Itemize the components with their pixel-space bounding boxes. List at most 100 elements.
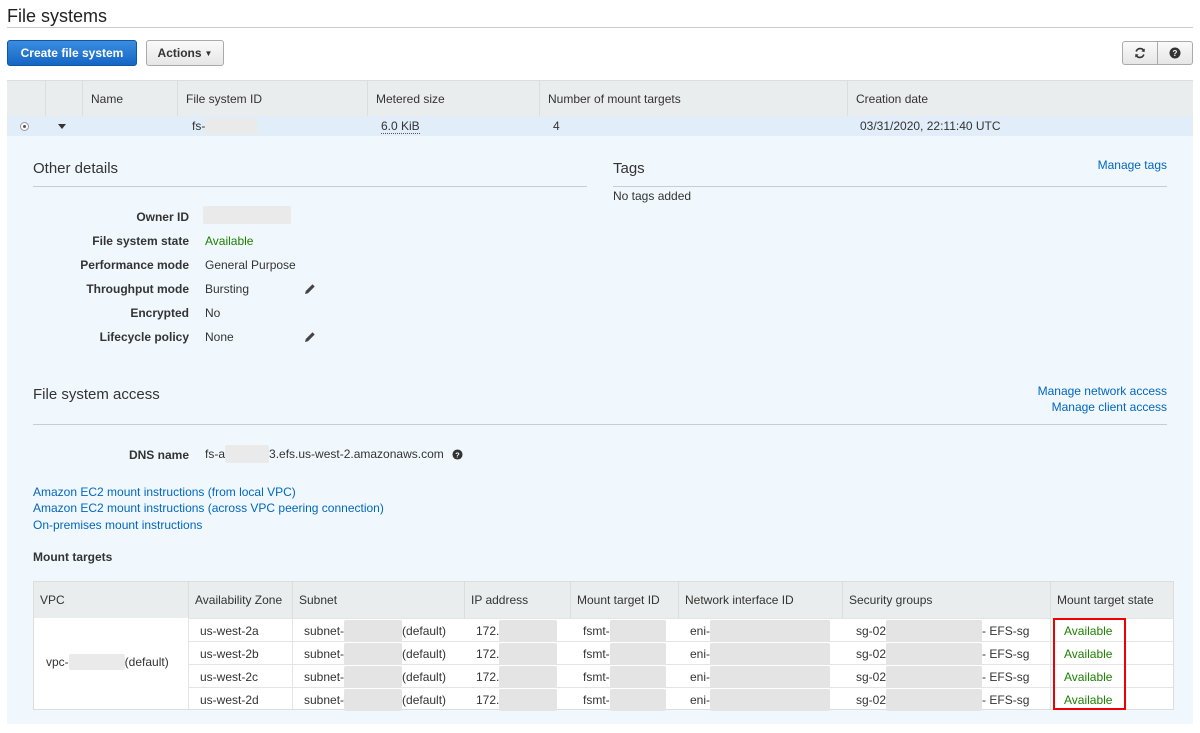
column-header-security-groups: Security groups (842, 582, 1050, 618)
mount-target-row[interactable]: us-west-2a subnet- (default) 172. fsmt- e… (188, 618, 1173, 642)
network-interface-id: eni- (690, 642, 831, 665)
ec2-mount-local-vpc-link[interactable]: Amazon EC2 mount instructions (from loca… (33, 485, 296, 499)
sg-suffix: - EFS-sg (982, 692, 1030, 707)
mount-target-row[interactable]: us-west-2b subnet- (default) 172. fsmt- e… (188, 641, 1173, 665)
svg-text:?: ? (455, 450, 460, 459)
redacted-sg (886, 688, 983, 711)
manage-client-access-link[interactable]: Manage client access (1052, 400, 1167, 414)
tags-title: Tags (613, 160, 645, 177)
column-header-network-interface-id: Network interface ID (678, 582, 842, 618)
sg-prefix: sg-02 (856, 646, 887, 661)
availability-zone: us-west-2c (200, 669, 259, 684)
vpc-suffix: (default) (124, 655, 169, 669)
vpc-prefix: vpc- (46, 655, 69, 669)
file-system-id-prefix: fs- (192, 119, 206, 133)
sg-suffix: - EFS-sg (982, 669, 1030, 684)
eni-prefix: eni- (690, 623, 711, 638)
manage-network-access-link[interactable]: Manage network access (1038, 384, 1167, 398)
subnet-prefix: subnet- (304, 623, 345, 638)
redacted-ip (499, 642, 558, 665)
subnet: subnet- (default) (304, 642, 446, 665)
column-header-file-system-id[interactable]: File system ID (177, 81, 367, 117)
row-collapse-toggle[interactable] (58, 116, 66, 136)
dns-suffix: 3.efs.us-west-2.amazonaws.com (269, 447, 444, 461)
redacted-ip (499, 619, 558, 642)
sg-prefix: sg-02 (856, 669, 887, 684)
svg-text:?: ? (1173, 49, 1178, 58)
ip-prefix: 172. (476, 692, 500, 707)
mount-target-id-prefix: fsmt- (583, 692, 610, 707)
subnet-prefix: subnet- (304, 692, 345, 707)
refresh-button[interactable] (1122, 41, 1158, 65)
creation-date: 03/31/2020, 22:11:40 UTC (860, 119, 1001, 133)
redacted-eni (710, 642, 831, 665)
manage-tags-link[interactable]: Manage tags (1098, 158, 1167, 172)
column-label: Metered size (376, 92, 445, 106)
edit-throughput-pencil-icon[interactable] (304, 283, 316, 295)
ip-address: 172. (476, 619, 558, 642)
column-header-name[interactable]: Name (82, 81, 177, 117)
column-label: File system ID (186, 92, 263, 106)
redacted-owner-id (203, 206, 291, 224)
throughput-mode-label: Throughput mode (86, 282, 189, 296)
on-premises-mount-link[interactable]: On-premises mount instructions (33, 518, 202, 532)
dns-help-icon[interactable]: ? (452, 448, 463, 460)
redacted-mount-target-id (609, 642, 666, 665)
column-header-ip-address: IP address (464, 582, 570, 618)
section-divider (33, 424, 1167, 425)
mount-target-id-prefix: fsmt- (583, 669, 610, 684)
owner-id-label: Owner ID (136, 210, 189, 224)
file-system-details-panel: Other details Owner ID File system state… (7, 136, 1193, 724)
ec2-mount-vpc-peering-link[interactable]: Amazon EC2 mount instructions (across VP… (33, 501, 384, 515)
mount-targets-table-header: VPC Availability Zone Subnet IP address … (34, 582, 1173, 618)
redacted-sg (886, 665, 983, 688)
row-select-radio[interactable] (20, 116, 29, 136)
owner-id-value (203, 206, 291, 224)
mount-target-count: 4 (553, 119, 560, 133)
mount-target-id: fsmt- (583, 619, 666, 642)
ip-address: 172. (476, 688, 558, 711)
redacted-sg (886, 619, 983, 642)
title-divider (7, 27, 1193, 28)
column-label: Name (91, 92, 124, 106)
column-header-metered-size[interactable]: Metered size (367, 81, 539, 117)
column-divider (1050, 618, 1051, 709)
sg-suffix: - EFS-sg (982, 646, 1030, 661)
redacted-id (205, 118, 258, 134)
ip-prefix: 172. (476, 623, 500, 638)
mount-target-row[interactable]: us-west-2d subnet- (default) 172. fsmt- e… (188, 687, 1173, 711)
redacted-subnet (344, 665, 403, 688)
column-label: Creation date (856, 92, 929, 106)
security-group: sg-02 - EFS-sg (856, 688, 1029, 711)
mount-targets-title: Mount targets (33, 550, 113, 564)
lifecycle-policy-label: Lifecycle policy (99, 330, 189, 344)
network-interface-id: eni- (690, 665, 831, 688)
sg-prefix: sg-02 (856, 623, 887, 638)
security-group: sg-02 - EFS-sg (856, 665, 1029, 688)
column-header-mount-targets[interactable]: Number of mount targets (539, 81, 847, 117)
column-header-subnet: Subnet (292, 582, 464, 618)
eni-prefix: eni- (690, 646, 711, 661)
ip-address: 172. (476, 642, 558, 665)
subnet: subnet- (default) (304, 688, 446, 711)
subnet-suffix: (default) (402, 623, 447, 638)
network-interface-id: eni- (690, 688, 831, 711)
mount-target-row[interactable]: us-west-2c subnet- (default) 172. fsmt- e… (188, 664, 1173, 688)
create-file-system-button[interactable]: Create file system (7, 40, 137, 66)
redacted-mount-target-id (609, 665, 666, 688)
column-header-creation-date[interactable]: Creation date (847, 81, 1193, 117)
redacted-eni (710, 619, 831, 642)
availability-zone: us-west-2b (200, 646, 259, 661)
security-group: sg-02 - EFS-sg (856, 642, 1029, 665)
actions-dropdown-button[interactable]: Actions ▼ (146, 40, 224, 66)
other-details-title: Other details (33, 160, 119, 177)
edit-lifecycle-pencil-icon[interactable] (304, 331, 316, 343)
redacted-eni (710, 665, 831, 688)
help-button[interactable]: ? (1157, 41, 1193, 65)
help-icon: ? (1169, 47, 1181, 59)
file-systems-table-header: Name File system ID Metered size Number … (7, 80, 1193, 117)
section-divider (613, 186, 1167, 187)
file-system-row[interactable]: fs- 6.0 KiB 4 03/31/2020, 22:11:40 UTC (7, 116, 1193, 136)
column-header-vpc: VPC (40, 593, 65, 607)
file-system-state-label: File system state (92, 234, 189, 248)
